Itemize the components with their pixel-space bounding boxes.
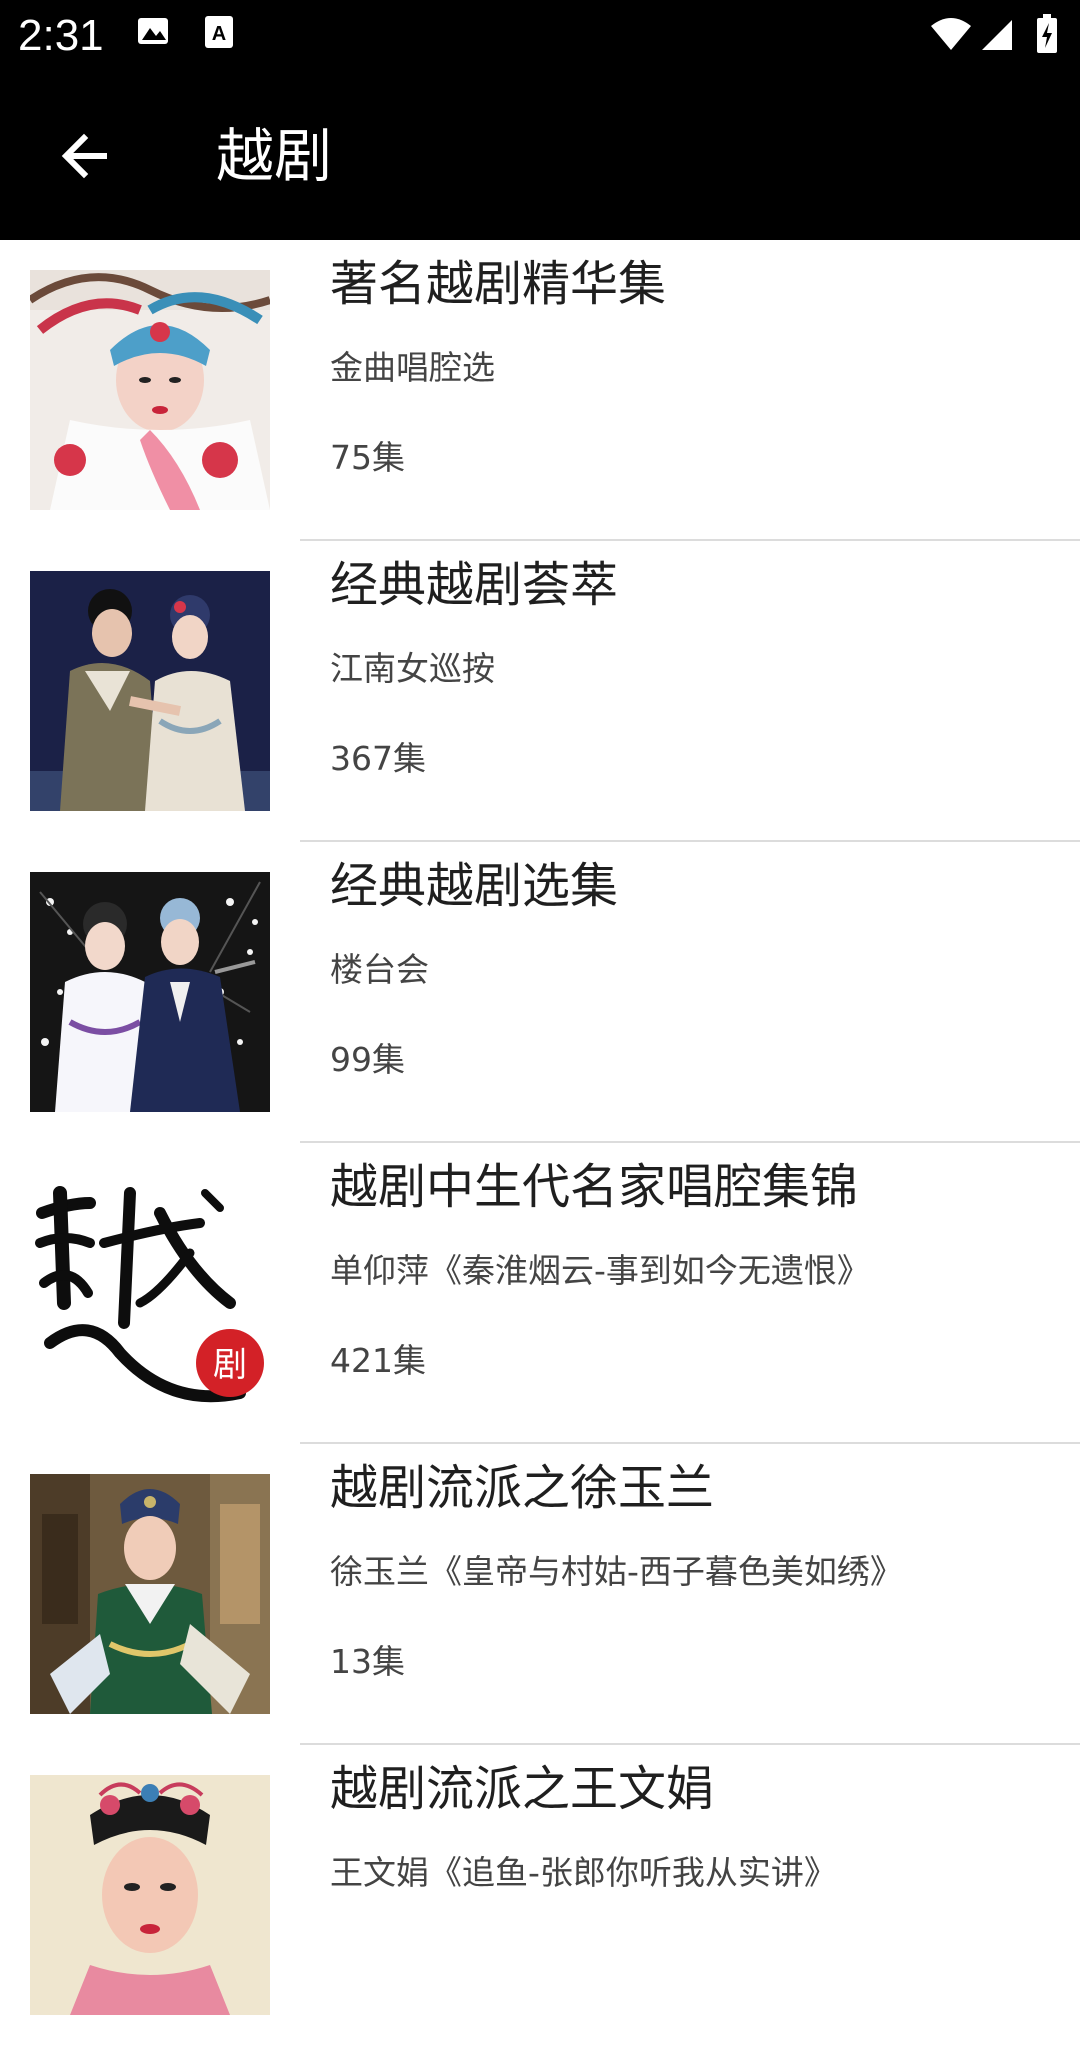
item-subtitle: 徐玉兰《皇帝与村姑-西子暮色美如绣》 [330,1552,903,1591]
list-item[interactable]: 越剧流派之王文娟 王文娟《追鱼-张郎你听我从实讲》 [0,1745,1080,2046]
wifi-icon [930,16,972,56]
album-list: 著名越剧精华集 金曲唱腔选 75集 经典越剧荟萃 江南女巡按 367集 经典越剧… [0,240,1080,2046]
status-bar: 2:31 A [0,0,1080,72]
status-time: 2:31 [18,11,104,60]
item-title: 越剧中生代名家唱腔集锦 [330,1159,859,1215]
back-button[interactable] [36,108,132,204]
battery-icon [1036,14,1058,58]
item-subtitle: 金曲唱腔选 [330,348,495,387]
thumbnail-image [30,1775,270,2015]
list-item[interactable]: 著名越剧精华集 金曲唱腔选 75集 [0,240,1080,541]
signal-icon [980,18,1014,56]
list-item[interactable]: 经典越剧选集 楼台会 99集 [0,842,1080,1143]
item-title: 著名越剧精华集 [330,256,667,312]
item-subtitle: 江南女巡按 [330,649,495,688]
calligraphy-logo: 剧 [30,1173,270,1413]
image-icon [136,14,170,52]
logo-seal-text: 剧 [213,1345,247,1385]
svg-text:A: A [212,23,226,45]
item-subtitle: 单仰萍《秦淮烟云-事到如今无遗恨》 [330,1251,870,1290]
list-item[interactable]: 经典越剧荟萃 江南女巡按 367集 [0,541,1080,842]
list-item[interactable]: 剧 越剧中生代名家唱腔集锦 单仰萍《秦淮烟云-事到如今无遗恨》 421集 [0,1143,1080,1444]
list-item[interactable]: 越剧流派之徐玉兰 徐玉兰《皇帝与村姑-西子暮色美如绣》 13集 [0,1444,1080,1745]
thumbnail-image [30,872,270,1112]
thumbnail-image [30,1474,270,1714]
item-title: 越剧流派之王文娟 [330,1761,715,1817]
item-title: 经典越剧荟萃 [330,557,619,613]
item-count: 99集 [330,1040,405,1079]
item-count: 367集 [330,739,426,778]
page-title: 越剧 [216,122,333,190]
thumbnail-image [30,270,270,510]
arrow-left-icon [61,133,107,179]
item-title: 越剧流派之徐玉兰 [330,1460,715,1516]
item-count: 421集 [330,1341,426,1380]
item-subtitle: 王文娟《追鱼-张郎你听我从实讲》 [330,1853,837,1892]
thumbnail-image [30,571,270,811]
a-text-icon: A [204,14,234,54]
item-subtitle: 楼台会 [330,950,429,989]
item-count: 13集 [330,1642,405,1681]
app-bar: 越剧 [0,72,1080,240]
item-count: 75集 [330,438,405,477]
item-title: 经典越剧选集 [330,858,619,914]
